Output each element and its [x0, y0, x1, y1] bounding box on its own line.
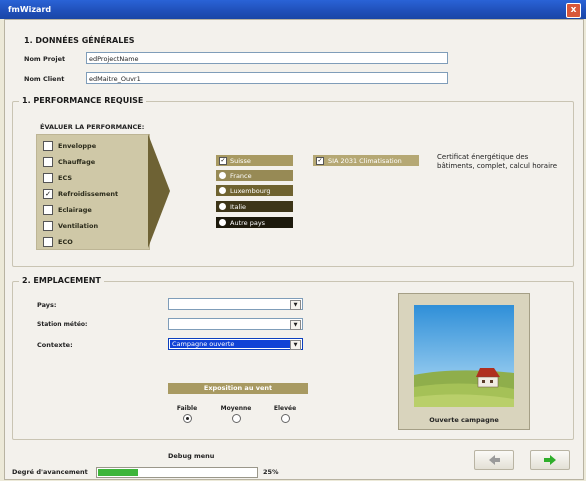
general-section-title: 1. DONNÉES GÉNÉRALES	[24, 36, 135, 45]
perf-item-label: Refroidissement	[58, 190, 119, 198]
perf-item-label: ECS	[58, 174, 73, 182]
checkbox[interactable]	[43, 141, 53, 151]
close-button[interactable]: x	[566, 3, 581, 18]
perf-item-ecs[interactable]: ECS	[43, 172, 72, 184]
context-image-caption: Ouverte campagne	[429, 416, 499, 424]
norm-label: SIA 2031 Climatisation	[328, 156, 402, 165]
contexte-value: Campagne ouverte	[170, 340, 294, 348]
perf-item-eco[interactable]: ECO	[43, 236, 73, 248]
performance-checklist: Enveloppe Chauffage ECS ✓ Refroidissement…	[36, 134, 150, 250]
radio-dot-icon	[219, 203, 226, 210]
perf-item-refroidissement[interactable]: ✓ Refroidissement	[43, 188, 118, 200]
station-label: Station météo:	[37, 321, 88, 328]
progress-percent: 25%	[263, 468, 279, 476]
radio-button-selected[interactable]	[182, 414, 192, 423]
country-label: Suisse	[230, 156, 251, 165]
exposure-option-moyenne[interactable]: Moyenne	[218, 405, 254, 423]
checkbox[interactable]	[43, 237, 53, 247]
norm-sia-2031-button[interactable]: ✓ SIA 2031 Climatisation	[313, 155, 419, 166]
radio-dot-icon	[219, 219, 226, 226]
country-button-luxembourg[interactable]: Luxembourg	[216, 185, 293, 196]
checkbox-checked: ✓	[219, 156, 227, 165]
location-section-title: 2. EMPLACEMENT	[19, 276, 104, 285]
back-button[interactable]	[474, 450, 514, 470]
progress-bar	[96, 467, 258, 478]
pays-label: Pays:	[37, 301, 57, 309]
checkbox-checked: ✓	[316, 156, 324, 165]
exposure-title: Exposition au vent	[168, 383, 308, 394]
country-label: France	[230, 171, 252, 180]
arrow-right-icon	[148, 134, 170, 248]
project-name-label: Nom Projet	[24, 55, 66, 63]
contexte-select[interactable]: Campagne ouverte ▼	[168, 338, 303, 350]
country-label: Italie	[230, 202, 247, 211]
project-name-input[interactable]: edProjectName	[86, 52, 448, 64]
radio-dot-icon	[219, 172, 226, 179]
norm-description: Certificat énergétique des bâtiments, co…	[437, 153, 558, 170]
checkbox[interactable]	[43, 173, 53, 183]
country-button-france[interactable]: France	[216, 170, 293, 181]
contexte-label: Contexte:	[37, 341, 73, 349]
checkbox[interactable]	[43, 157, 53, 167]
country-label: Autre pays	[230, 218, 266, 227]
radio-button[interactable]	[231, 414, 241, 423]
window-title: fmWizard	[8, 5, 52, 14]
arrow-right-green-icon	[544, 455, 556, 465]
window-titlebar: fmWizard x	[0, 0, 586, 19]
checkbox[interactable]	[43, 205, 53, 215]
close-icon: x	[570, 5, 577, 15]
perf-item-chauffage[interactable]: Chauffage	[43, 156, 95, 168]
exposure-option-label: Elevée	[273, 405, 297, 412]
checkbox[interactable]	[43, 221, 53, 231]
context-image-frame: Ouverte campagne	[398, 293, 530, 430]
perf-item-label: Eclairage	[58, 206, 92, 214]
radio-button[interactable]	[280, 414, 290, 423]
exposure-option-label: Moyenne	[220, 405, 252, 412]
pays-select[interactable]: ▼	[168, 298, 303, 310]
perf-item-enveloppe[interactable]: Enveloppe	[43, 140, 96, 152]
country-button-suisse[interactable]: ✓ Suisse	[216, 155, 293, 166]
perf-item-ventilation[interactable]: Ventilation	[43, 220, 98, 232]
station-select[interactable]: ▼	[168, 318, 303, 330]
progress-bar-fill	[98, 469, 138, 476]
next-button[interactable]	[530, 450, 570, 470]
perf-item-label: Chauffage	[58, 158, 96, 166]
progress-label: Degré d'avancement	[12, 468, 88, 476]
exposure-option-label: Faible	[176, 405, 198, 412]
chevron-down-icon: ▼	[290, 320, 301, 330]
client-name-input[interactable]: edMaitre_Ouvr1	[86, 72, 448, 84]
country-button-autre-pays[interactable]: Autre pays	[216, 217, 293, 228]
perf-item-label: ECO	[58, 238, 73, 246]
evaluate-performance-label: ÉVALUER LA PERFORMANCE:	[40, 123, 145, 131]
perf-item-eclairage[interactable]: Eclairage	[43, 204, 92, 216]
landscape-image	[414, 305, 514, 407]
checkbox-checked[interactable]: ✓	[43, 189, 53, 199]
client-name-label: Nom Client	[24, 75, 65, 83]
country-label: Luxembourg	[230, 186, 271, 195]
debug-menu-link[interactable]: Debug menu	[168, 452, 214, 460]
perf-item-label: Enveloppe	[58, 142, 97, 150]
arrow-left-icon	[489, 455, 500, 465]
country-button-italie[interactable]: Italie	[216, 201, 293, 212]
perf-item-label: Ventilation	[58, 222, 99, 230]
exposure-option-faible[interactable]: Faible	[172, 405, 202, 423]
chevron-down-icon: ▼	[290, 300, 301, 310]
radio-dot-icon	[219, 187, 226, 194]
chevron-down-icon: ▼	[290, 340, 301, 350]
exposure-option-elevee[interactable]: Elevée	[270, 405, 300, 423]
performance-section-title: 1. PERFORMANCE REQUISE	[19, 96, 147, 105]
